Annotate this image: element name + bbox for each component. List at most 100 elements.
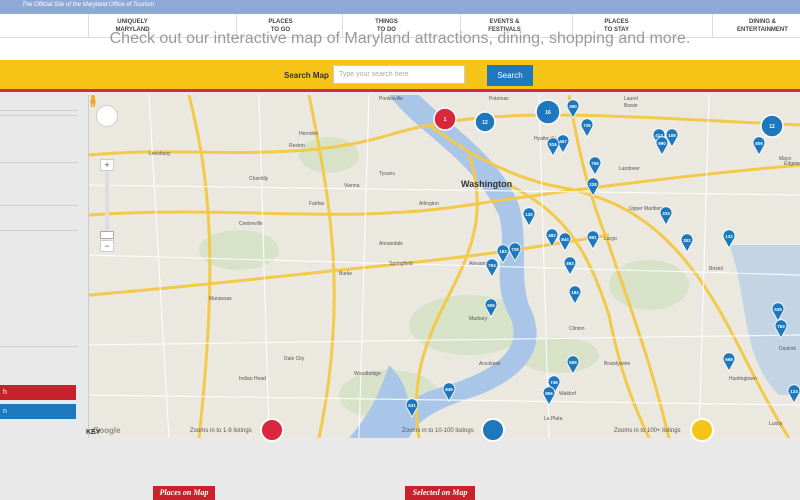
place-label: Chantilly xyxy=(249,176,269,182)
interactive-map[interactable]: Washington Poolesville Potomac Laurel Bowie H… xyxy=(88,95,800,438)
marker-label: 746 xyxy=(550,380,558,385)
marker-label: 849 xyxy=(445,387,453,392)
map-marker[interactable]: 890 xyxy=(655,136,669,156)
marker-label: 123 xyxy=(790,389,798,394)
zoom-out-button[interactable]: − xyxy=(100,240,114,252)
marker-label: 728 xyxy=(511,247,519,252)
place-label: Fairfax xyxy=(309,201,325,207)
place-label: Marbury xyxy=(469,316,488,322)
marker-label: 184 xyxy=(571,290,579,295)
key-red-circle xyxy=(260,418,284,442)
map-marker[interactable]: 668 xyxy=(722,352,736,372)
key-section xyxy=(0,438,800,478)
search-label: Search Map xyxy=(284,71,329,80)
map-marker[interactable]: 130 xyxy=(522,207,536,227)
park-area xyxy=(299,137,359,173)
marker-label: 706 xyxy=(591,161,599,166)
place-label: Poolesville xyxy=(379,96,403,102)
marker-label: 606 xyxy=(487,303,495,308)
map-canvas: Washington Poolesville Potomac LaurelBowie H… xyxy=(89,95,800,438)
left-panel-blue-button[interactable]: n xyxy=(0,404,76,419)
key-item-text: Zooms in to 1-9 listings xyxy=(190,428,252,434)
place-label: Largo xyxy=(604,236,617,242)
map-marker[interactable]: 516 xyxy=(546,137,560,157)
marker-label: 764 xyxy=(488,263,496,268)
divider xyxy=(0,346,78,347)
place-label: Dale City xyxy=(284,356,305,362)
place-label: Landover xyxy=(619,166,640,172)
place-label: La Plata xyxy=(544,416,563,422)
map-marker[interactable]: 844 xyxy=(558,232,572,252)
zoom-slider-handle[interactable] xyxy=(100,231,114,239)
search-bar: Search Map Search xyxy=(0,60,800,92)
marker-label: 856 xyxy=(545,391,553,396)
map-marker[interactable]: 12 xyxy=(474,111,496,133)
pegman-icon[interactable] xyxy=(89,95,97,107)
marker-label: 539 xyxy=(774,307,782,312)
map-marker[interactable]: 12 xyxy=(760,114,784,138)
search-button[interactable]: Search xyxy=(487,65,533,86)
map-marker[interactable]: 123 xyxy=(787,384,800,404)
marker-label: 302 xyxy=(683,238,691,243)
place-label: Indian Head xyxy=(239,376,266,382)
map-marker[interactable]: 856 xyxy=(542,386,556,406)
key-yellow-circle xyxy=(690,418,714,442)
place-label: Edgewater xyxy=(784,161,800,167)
map-marker[interactable]: 806 xyxy=(752,136,766,156)
map-marker[interactable]: 184 xyxy=(568,285,582,305)
marker-label: 844 xyxy=(561,237,569,242)
marker-label: 516 xyxy=(549,142,557,147)
map-marker[interactable]: 333 xyxy=(659,206,673,226)
marker-label: 108 xyxy=(668,133,676,138)
map-marker[interactable]: 706 xyxy=(588,156,602,176)
marker-label: 12 xyxy=(769,124,775,130)
divider xyxy=(0,205,78,206)
zoom-in-button[interactable]: + xyxy=(100,159,114,171)
zoom-slider-track[interactable] xyxy=(105,172,109,232)
place-label: Waldorf xyxy=(559,391,577,397)
marker-label: 806 xyxy=(755,141,763,146)
left-panel-red-button[interactable]: h xyxy=(0,385,76,400)
local-road xyxy=(698,95,710,438)
marker-label: 333 xyxy=(662,211,670,216)
marker-label: 482 xyxy=(548,233,556,238)
marker-label: 531 xyxy=(408,403,416,408)
marker-label: 890 xyxy=(658,141,666,146)
place-label: Arlington xyxy=(419,201,439,207)
divider xyxy=(0,115,78,116)
map-marker[interactable]: 302 xyxy=(680,233,694,253)
place-label: Bristol xyxy=(709,266,723,272)
marker-label: 467 xyxy=(559,139,567,144)
place-label: Woodbridge xyxy=(354,371,381,377)
marker-label: 16 xyxy=(545,110,551,116)
divider xyxy=(0,162,78,163)
place-label: Brandywine xyxy=(604,361,630,367)
place-label: Leesburg xyxy=(149,151,170,157)
place-label: Clinton xyxy=(569,326,585,332)
local-road xyxy=(148,95,170,438)
key-blue-circle xyxy=(481,418,505,442)
place-label: Vienna xyxy=(344,183,360,189)
selected-on-map-tab[interactable]: Selected on Map xyxy=(405,486,475,500)
place-label: Annandale xyxy=(379,241,403,247)
place-label: Lusby xyxy=(769,421,783,427)
marker-label: 12 xyxy=(482,120,488,126)
marker-label: 726 xyxy=(583,123,591,128)
marker-label: 509 xyxy=(569,360,577,365)
map-marker[interactable]: 801 xyxy=(586,230,600,250)
divider xyxy=(0,230,78,231)
map-marker[interactable]: 16 xyxy=(535,99,561,125)
marker-label: 183 xyxy=(499,249,507,254)
map-marker[interactable]: 764 xyxy=(485,258,499,278)
map-marker[interactable]: 1 xyxy=(433,107,457,131)
marker-label: 130 xyxy=(525,212,533,217)
local-road xyxy=(89,184,800,196)
place-label: Herndon xyxy=(299,131,318,137)
pan-control[interactable] xyxy=(96,105,118,127)
map-marker[interactable]: 893 xyxy=(563,256,577,276)
highway xyxy=(187,95,212,438)
search-input[interactable] xyxy=(333,65,465,84)
map-marker[interactable]: 726 xyxy=(580,118,594,138)
places-on-map-tab[interactable]: Places on Map xyxy=(153,486,215,500)
marker-label: 1 xyxy=(444,117,447,123)
